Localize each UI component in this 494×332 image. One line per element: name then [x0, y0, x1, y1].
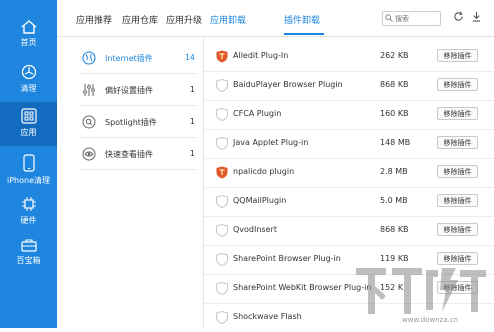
plugin-size: 868 KB: [380, 80, 409, 89]
watermark-site: www.downza.cn: [402, 316, 459, 324]
home-icon: [21, 20, 36, 34]
plugin-name: CFCA Plugin: [233, 109, 282, 118]
hardware-icon: [21, 197, 36, 211]
download-icon[interactable]: [471, 11, 482, 22]
tab-plugin-uninstall[interactable]: 插件卸载: [284, 13, 320, 26]
toolbox-icon: [20, 239, 37, 252]
plugin-size: 5.0 MB: [380, 196, 408, 205]
sidebar-item-hardware[interactable]: 硬件: [0, 190, 57, 232]
orange-shield-icon: [216, 166, 228, 179]
plugin-name: npalicdo plugin: [233, 167, 295, 176]
category-quicklook-plugins[interactable]: 快速查看插件 1: [79, 139, 197, 170]
tab-app-upgrade[interactable]: 应用升级: [166, 13, 202, 26]
globe-icon: [82, 51, 96, 65]
plugin-category-panel: Internet插件 14 偏好设置插件 1 Spotlight插件 1 快速查…: [57, 37, 204, 328]
tab-app-recommend[interactable]: 应用推荐: [76, 13, 112, 26]
gray-shield-icon: [216, 253, 228, 266]
plugin-row: Java Applet Plug-in 148 MB 移除插件: [204, 129, 494, 159]
gray-shield-icon: [216, 108, 228, 121]
plugin-size: 2.8 MB: [380, 167, 408, 176]
search-icon: [385, 14, 393, 22]
plugin-size: 868 KB: [380, 225, 409, 234]
sidebar-item-label: 百宝箱: [16, 256, 41, 265]
plugin-name: Alledit Plug-In: [233, 51, 289, 60]
remove-plugin-button[interactable]: 移除插件: [437, 107, 478, 120]
orange-shield-icon: [216, 50, 228, 63]
plugin-size: 262 KB: [380, 51, 409, 60]
search-box[interactable]: [382, 11, 441, 26]
gray-shield-icon: [216, 282, 228, 295]
sliders-icon: [83, 84, 95, 96]
sidebar-item-label: iPhone清理: [6, 176, 50, 185]
sidebar: 首页 清理 应用 iPhone清理 硬件 百宝箱: [0, 0, 57, 328]
plugin-size: 148 MB: [380, 138, 411, 147]
top-tab-bar: 应用推荐 应用仓库 应用升级 应用卸载 插件卸载: [57, 0, 494, 37]
plugin-row: BaiduPlayer Browser Plugin 868 KB 移除插件: [204, 71, 494, 101]
sidebar-item-toolbox[interactable]: 百宝箱: [0, 232, 57, 274]
app-window: 首页 清理 应用 iPhone清理 硬件 百宝箱 应用推荐 应用仓库 应用升级 …: [0, 0, 494, 328]
gray-shield-icon: [216, 137, 228, 150]
remove-plugin-button[interactable]: 移除插件: [437, 165, 478, 178]
sidebar-item-clean[interactable]: 清理: [0, 58, 57, 100]
remove-plugin-button[interactable]: 移除插件: [437, 223, 478, 236]
category-count: 14: [184, 53, 195, 62]
gray-shield-icon: [216, 224, 228, 237]
sidebar-item-label: 首页: [20, 38, 37, 47]
remove-plugin-button[interactable]: 移除插件: [437, 78, 478, 91]
plugin-row: QQMailPlugin 5.0 MB 移除插件: [204, 187, 494, 217]
refresh-icon[interactable]: [453, 11, 464, 22]
plugin-size: 160 KB: [380, 109, 409, 118]
plugin-row: Alledit Plug-In 262 KB 移除插件: [204, 42, 494, 72]
category-internet-plugins[interactable]: Internet插件 14: [79, 43, 197, 74]
gray-shield-icon: [216, 79, 228, 92]
plugin-name: SharePoint Browser Plug-in: [233, 254, 341, 263]
sidebar-item-iphone-clean[interactable]: iPhone清理: [0, 148, 57, 190]
category-count: 1: [189, 149, 195, 158]
plugin-name: QvodInsert: [233, 225, 277, 234]
remove-plugin-button[interactable]: 移除插件: [437, 136, 478, 149]
iphone-icon: [22, 154, 35, 172]
plugin-name: BaiduPlayer Browser Plugin: [233, 80, 343, 89]
sidebar-item-apps[interactable]: 应用: [0, 102, 57, 146]
category-spotlight-plugins[interactable]: Spotlight插件 1: [79, 107, 197, 138]
sidebar-item-home[interactable]: 首页: [0, 14, 57, 56]
category-count: 1: [189, 117, 195, 126]
tab-app-store[interactable]: 应用仓库: [122, 13, 158, 26]
sidebar-item-label: 硬件: [20, 216, 37, 225]
category-label: 快速查看插件: [105, 150, 153, 159]
remove-plugin-button[interactable]: 移除插件: [437, 194, 478, 207]
plugin-name: Shockwave Flash: [233, 312, 302, 321]
category-label: Internet插件: [105, 54, 153, 63]
tab-app-uninstall[interactable]: 应用卸载: [210, 13, 246, 26]
remove-plugin-button[interactable]: 移除插件: [437, 49, 478, 62]
category-label: 偏好设置插件: [105, 86, 153, 95]
search-input[interactable]: [395, 12, 437, 25]
plugin-name: QQMailPlugin: [233, 196, 287, 205]
plugin-name: Java Applet Plug-in: [233, 138, 309, 147]
gray-shield-icon: [216, 311, 228, 324]
gray-shield-icon: [216, 195, 228, 208]
watermark-logo-icon: [356, 268, 486, 314]
sidebar-item-label: 应用: [20, 128, 37, 137]
plugin-row: QvodInsert 868 KB 移除插件: [204, 216, 494, 246]
search-icon: [82, 115, 96, 129]
clean-icon: [21, 64, 36, 80]
plugin-row: npalicdo plugin 2.8 MB 移除插件: [204, 158, 494, 188]
eye-icon: [82, 147, 96, 161]
active-tab-indicator: [284, 33, 324, 35]
category-count: 1: [189, 85, 195, 94]
sidebar-item-label: 清理: [20, 84, 37, 93]
plugin-row: CFCA Plugin 160 KB 移除插件: [204, 100, 494, 130]
apps-icon: [20, 108, 37, 124]
category-label: Spotlight插件: [105, 118, 157, 127]
category-preference-plugins[interactable]: 偏好设置插件 1: [79, 75, 197, 106]
plugin-name: SharePoint WebKit Browser Plug-in: [233, 283, 372, 292]
